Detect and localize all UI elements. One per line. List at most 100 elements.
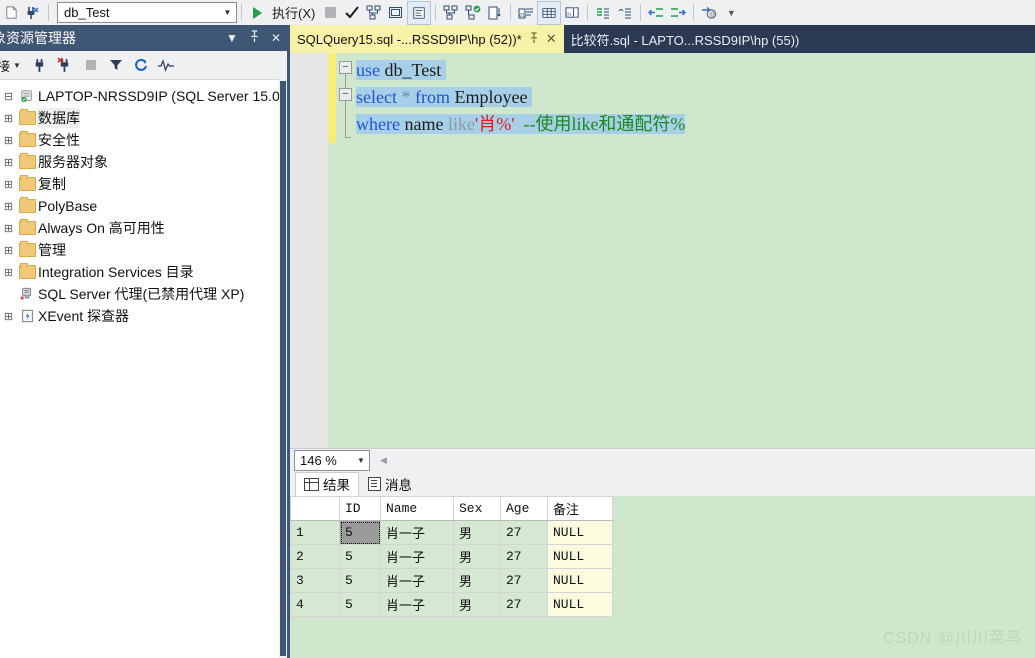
filter-icon[interactable] [103,53,128,77]
cell-name[interactable]: 肖一子 [380,592,454,617]
grid-corner-header[interactable] [290,496,340,521]
parse-check-icon[interactable] [341,2,363,24]
object-explorer-scroll-thumb[interactable] [280,81,286,656]
expander-icon[interactable]: ⊞ [0,112,17,125]
cell-age[interactable]: 27 [500,568,548,593]
expander-icon[interactable]: ⊟ [0,90,17,103]
tree-node-10[interactable]: ⊞ XEvent 探查器 [0,305,287,327]
pin-icon[interactable] [529,31,539,47]
cell-id[interactable]: 5 [339,568,381,593]
cell-age[interactable]: 27 [500,592,548,617]
sql-code-editor[interactable]: − − use db_Test select * from Employee w… [290,53,1035,448]
panel-menu-icon[interactable]: ▼ [221,31,243,45]
cell-age[interactable]: 27 [500,544,548,569]
tab-messages[interactable]: 消息 [359,472,421,496]
expander-icon[interactable]: ⊞ [0,244,17,257]
cell-sex[interactable]: 男 [453,520,501,545]
chevron-down-icon[interactable]: ▼ [353,456,369,465]
cell-name[interactable]: 肖一子 [380,568,454,593]
connect-dropdown-icon[interactable]: 接 ▼ [0,53,28,77]
tree-node-7[interactable]: ⊞ 管理 [0,239,287,261]
results-to-grid-icon[interactable] [537,0,562,25]
chevron-down-icon[interactable]: ▼ [219,8,236,17]
code-text[interactable]: use db_Test select * from Employee where… [356,57,686,138]
tree-node-2[interactable]: ⊞ 安全性 [0,129,287,151]
results-to-text-alt-icon[interactable]: 01 [515,2,537,24]
tree-node-5[interactable]: ⊞ PolyBase [0,195,287,217]
activity-monitor-icon[interactable] [153,53,178,77]
cell-sex[interactable]: 男 [453,568,501,593]
connect-icon[interactable] [22,2,44,24]
refresh-icon[interactable] [128,53,153,77]
table-row[interactable]: 1 5 肖一子男 27 NULL [290,520,613,545]
table-row[interactable]: 4 5 肖一子男 27 NULL [290,592,613,617]
row-number-cell[interactable]: 4 [290,592,340,617]
expander-icon[interactable]: ⊞ [0,266,17,279]
cell-name[interactable]: 肖一子 [380,520,454,545]
execute-play-icon[interactable] [246,2,268,24]
tab-sqlquery15[interactable]: SQLQuery15.sql -...RSSD9IP\hp (52))* ✕ [290,25,564,53]
horizontal-scroll-left-icon[interactable]: ◀ [380,455,387,466]
uncomment-lines-icon[interactable] [614,2,636,24]
stop-icon[interactable] [319,2,341,24]
tab-results[interactable]: 结果 [295,472,359,496]
stop-icon[interactable] [78,53,103,77]
cell-sex[interactable]: 男 [453,544,501,569]
cell-id[interactable]: 5 [339,520,381,545]
database-selector[interactable]: db_Test ▼ [57,2,237,23]
expander-icon[interactable]: ⊞ [0,310,17,323]
results-to-file-icon[interactable] [484,2,506,24]
close-icon[interactable]: ✕ [546,31,557,47]
specify-values-icon[interactable]: @ [698,2,720,24]
tree-node-6[interactable]: ⊞ Always On 高可用性 [0,217,287,239]
table-row[interactable]: 3 5 肖一子男 27 NULL [290,568,613,593]
increase-indent-icon[interactable] [667,2,689,24]
tree-node-3[interactable]: ⊞ 服务器对象 [0,151,287,173]
row-number-cell[interactable]: 3 [290,568,340,593]
cell-备注[interactable]: NULL [547,544,613,569]
zoom-selector[interactable]: 146 % ▼ [294,450,370,471]
table-row[interactable]: 2 5 肖一子男 27 NULL [290,544,613,569]
expander-icon[interactable]: ⊞ [0,156,17,169]
cell-id[interactable]: 5 [339,544,381,569]
estimated-execution-plan-icon[interactable] [363,2,385,24]
tree-node-8[interactable]: ⊞ Integration Services 目录 [0,261,287,283]
results-to-text-icon[interactable] [407,0,432,25]
tree-node-9[interactable]: SQL Server 代理(已禁用代理 XP) [0,283,287,305]
query-options-icon[interactable] [385,2,407,24]
include-live-stats-icon[interactable] [462,2,484,24]
cell-备注[interactable]: NULL [547,520,613,545]
decrease-indent-icon[interactable] [645,2,667,24]
expander-icon[interactable]: ⊞ [0,134,17,147]
tree-node-server[interactable]: ⊟ LAPTOP-NRSSD9IP (SQL Server 15.0... [0,85,292,107]
close-icon[interactable]: ✕ [265,31,287,45]
column-header-note[interactable]: 备注 [547,496,613,521]
connect-icon[interactable] [28,53,53,77]
disconnect-icon[interactable] [53,53,78,77]
cell-备注[interactable]: NULL [547,568,613,593]
tree-node-4[interactable]: ⊞ 复制 [0,173,287,195]
fold-toggle-icon[interactable]: − [339,61,352,74]
object-explorer-tree[interactable]: ⊟ LAPTOP-NRSSD9IP (SQL Server 15.0... ⊞ 数… [0,80,292,655]
tab-bijiaofu[interactable]: 比较符.sql - LAPTO...RSSD9IP\hp (55)) [564,25,807,53]
results-to-file-alt-icon[interactable]: 01 [561,2,583,24]
fold-toggle-icon[interactable]: − [339,88,352,101]
cell-name[interactable]: 肖一子 [380,544,454,569]
expander-icon[interactable]: ⊞ [0,200,17,213]
chevron-down-icon[interactable]: ▼ [13,61,21,70]
column-header-age[interactable]: Age [500,496,548,521]
cell-id[interactable]: 5 [339,592,381,617]
comment-lines-icon[interactable] [592,2,614,24]
column-header-id[interactable]: ID [339,496,381,521]
expander-icon[interactable]: ⊞ [0,222,17,235]
cell-sex[interactable]: 男 [453,592,501,617]
expander-icon[interactable]: ⊞ [0,178,17,191]
column-header-name[interactable]: Name [380,496,454,521]
column-header-sex[interactable]: Sex [453,496,501,521]
include-actual-plan-icon[interactable] [440,2,462,24]
toolbar-overflow-icon[interactable]: ▼ [720,2,742,24]
row-number-cell[interactable]: 2 [290,544,340,569]
cell-备注[interactable]: NULL [547,592,613,617]
execute-label[interactable]: 执行(X) [268,3,319,22]
tree-node-1[interactable]: ⊞ 数据库 [0,107,287,129]
